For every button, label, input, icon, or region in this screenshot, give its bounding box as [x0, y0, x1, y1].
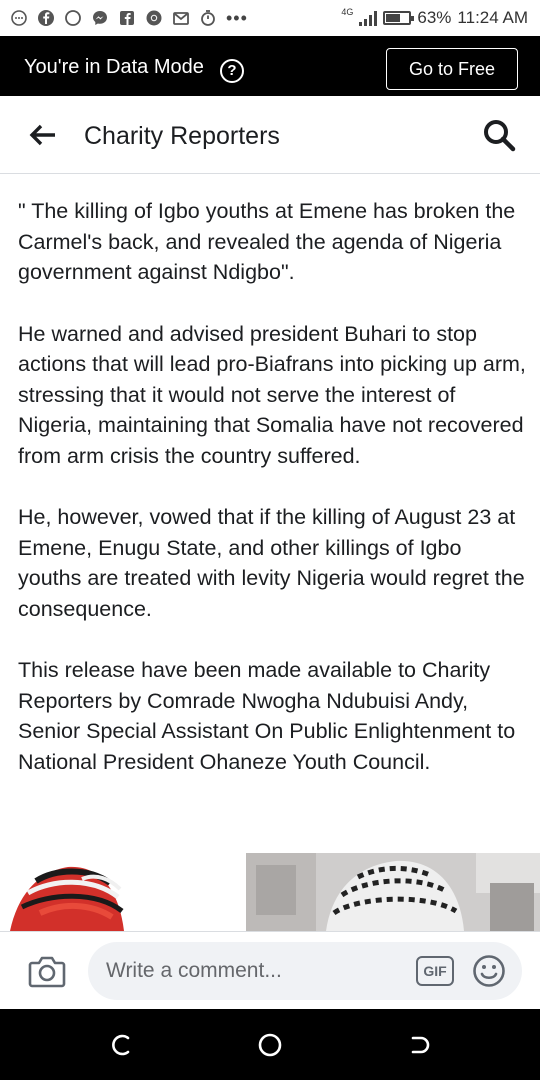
- more-apps-icon: [11, 10, 27, 26]
- battery-percent: 63%: [417, 8, 452, 27]
- signal-icon: [359, 10, 378, 26]
- page-title: Charity Reporters: [84, 122, 280, 150]
- network-type: 4G: [341, 7, 354, 17]
- data-mode-text: You're in Data Mode: [24, 56, 204, 78]
- notification-icons: •••: [10, 7, 248, 29]
- post-paragraph: " The killing of Igbo youths at Emene ha…: [18, 199, 516, 284]
- comment-placeholder: Write a comment...: [106, 959, 282, 982]
- recent-apps-button[interactable]: [106, 1030, 136, 1060]
- post-image-left[interactable]: [0, 853, 160, 931]
- help-icon[interactable]: ?: [220, 59, 244, 83]
- home-button[interactable]: [255, 1030, 285, 1060]
- status-right: 4G 63% 11:24 AM: [341, 6, 528, 30]
- system-nav-bar: [0, 1009, 540, 1080]
- post-paragraph: He warned and advised president Buhari t…: [18, 321, 526, 468]
- stopwatch-icon: [201, 10, 215, 26]
- search-icon[interactable]: [482, 118, 516, 152]
- more-notifications-icon: •••: [226, 8, 248, 28]
- back-arrow-icon[interactable]: [28, 120, 58, 150]
- messenger-icon: [93, 11, 107, 25]
- circle-icon: [65, 10, 81, 26]
- facebook-icon: [38, 10, 54, 26]
- gif-icon[interactable]: GIF: [416, 956, 454, 986]
- emoji-icon[interactable]: [472, 954, 506, 988]
- status-bar: ••• 4G 63% 11:24 AM: [0, 0, 540, 36]
- comment-bar: Write a comment... GIF: [0, 931, 540, 1009]
- post-image-right[interactable]: [246, 853, 540, 931]
- data-mode-banner: You're in Data Mode ? Go to Free: [0, 36, 540, 96]
- go-to-free-button[interactable]: Go to Free: [386, 48, 518, 90]
- page-header: Charity Reporters: [0, 96, 540, 174]
- battery-fill: [386, 14, 401, 22]
- clock: 11:24 AM: [457, 8, 528, 27]
- mail-icon: [173, 12, 189, 25]
- back-button[interactable]: [405, 1030, 435, 1060]
- post-text: " The killing of Igbo youths at Emene ha…: [18, 196, 528, 808]
- post-paragraph: He, however, vowed that if the killing o…: [18, 505, 525, 621]
- camera-icon[interactable]: [28, 954, 66, 988]
- battery-icon: [383, 11, 415, 25]
- chrome-icon: [146, 10, 162, 26]
- post-paragraph: This release have been made available to…: [18, 658, 516, 774]
- facebook-square-icon: [120, 11, 134, 25]
- post-images: [0, 853, 540, 931]
